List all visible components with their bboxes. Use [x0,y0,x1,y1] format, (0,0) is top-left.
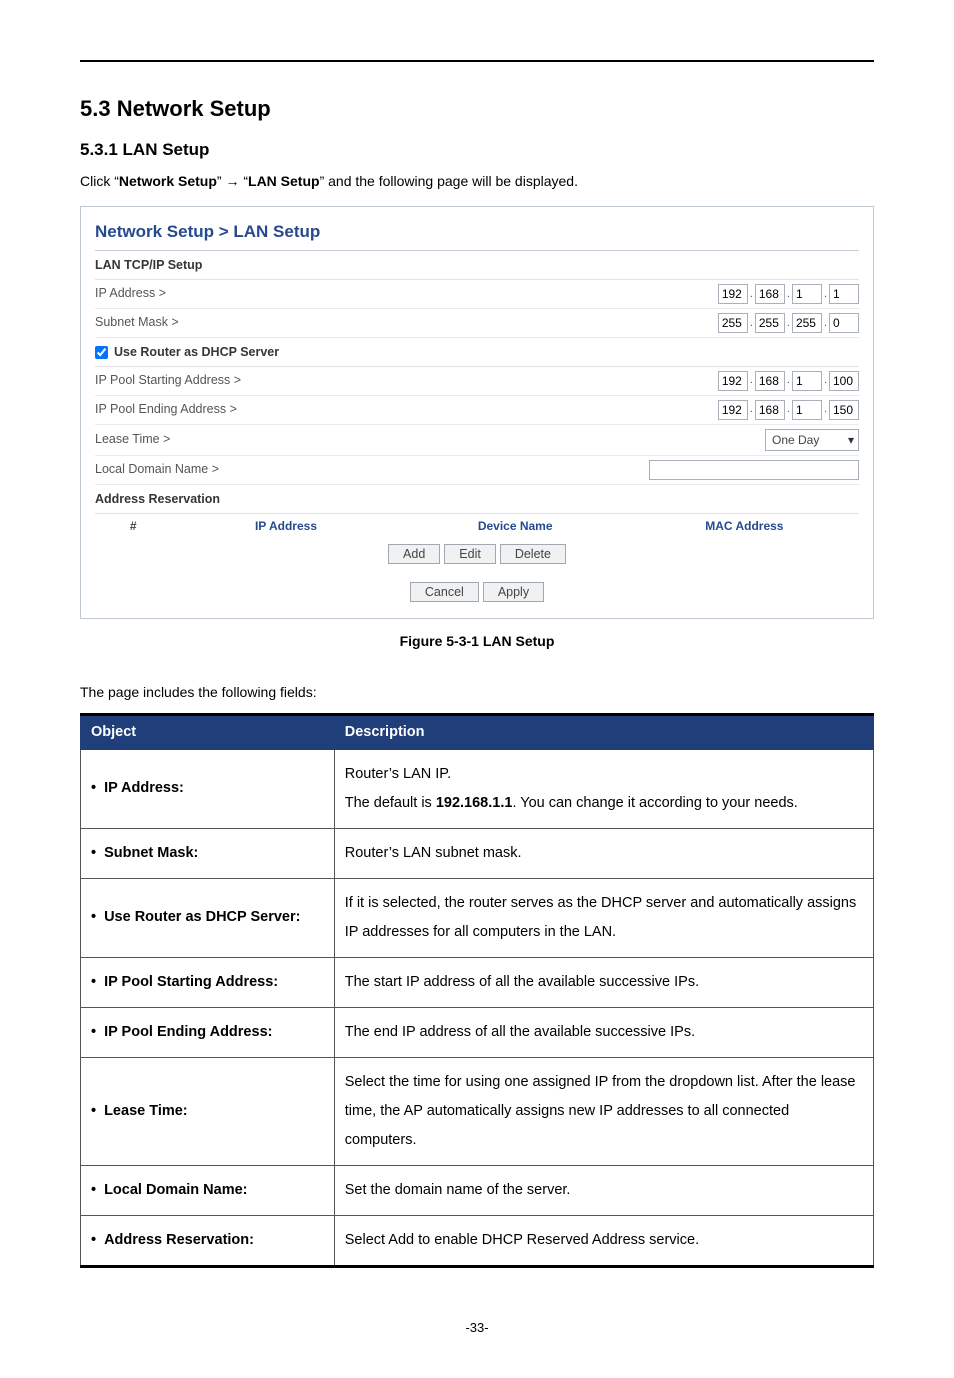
lease-time-label: Lease Time > [95,430,170,449]
fields-intro: The page includes the following fields: [80,682,874,703]
apply-button[interactable]: Apply [483,582,544,602]
subsection-heading: 5.3.1 LAN Setup [80,137,874,163]
table-row: Local Domain Name: Set the domain name o… [81,1166,874,1216]
figure-caption: Figure 5-3-1 LAN Setup [80,631,874,652]
row-lease-time: Lease Time > One Day ▾ [95,425,859,456]
ip-octet-3[interactable] [792,284,822,304]
section-heading: 5.3 Network Setup [80,92,874,125]
obj-pool-end: IP Pool Ending Address: [91,1024,272,1040]
row-pool-start: IP Pool Starting Address > . . . [95,367,859,396]
desc-ip-address: Router’s LAN IP. The default is 192.168.… [334,750,873,829]
subnet-octet-4[interactable] [829,313,859,333]
intro-text: Click “Network Setup” → “LAN Setup” and … [80,171,874,192]
form-button-row: Cancel Apply [95,582,859,602]
ip-octet-4[interactable] [829,284,859,304]
group-dhcp-server: Use Router as DHCP Server [95,338,859,367]
local-domain-label: Local Domain Name > [95,460,219,479]
table-row: Subnet Mask: Router’s LAN subnet mask. [81,829,874,879]
pool-end-octet-1[interactable] [718,400,748,420]
obj-subnet: Subnet Mask: [91,845,198,861]
obj-domain: Local Domain Name: [91,1182,248,1198]
ip-address-label: IP Address > [95,284,166,303]
pool-end-octet-4[interactable] [829,400,859,420]
ip-octet-2[interactable] [755,284,785,304]
desc-reservation: Select Add to enable DHCP Reserved Addre… [334,1216,873,1267]
desc-subnet: Router’s LAN subnet mask. [334,829,873,879]
delete-button[interactable]: Delete [500,544,566,564]
pool-start-octet-2[interactable] [755,371,785,391]
pool-end-label: IP Pool Ending Address > [95,400,237,419]
group-lan-tcpip: LAN TCP/IP Setup [95,251,859,280]
col-mac: MAC Address [630,517,859,535]
subnet-mask-label: Subnet Mask > [95,313,179,332]
lease-time-value: One Day [772,431,819,449]
lan-setup-panel: Network Setup > LAN Setup LAN TCP/IP Set… [80,206,874,619]
reservation-button-row: Add Edit Delete [95,544,859,564]
pool-start-label: IP Pool Starting Address > [95,371,241,390]
row-subnet-mask: Subnet Mask > . . . [95,309,859,338]
desc-domain: Set the domain name of the server. [334,1166,873,1216]
local-domain-input[interactable] [649,460,859,480]
cancel-button[interactable]: Cancel [410,582,479,602]
pool-end-octet-3[interactable] [792,400,822,420]
page-number: -33- [80,1318,874,1338]
row-pool-end: IP Pool Ending Address > . . . [95,396,859,425]
subnet-octet-2[interactable] [755,313,785,333]
table-row: Address Reservation: Select Add to enabl… [81,1216,874,1267]
desc-lease: Select the time for using one assigned I… [334,1058,873,1166]
row-ip-address: IP Address > . . . [95,280,859,309]
table-row: IP Pool Ending Address: The end IP addre… [81,1008,874,1058]
desc-pool-end: The end IP address of all the available … [334,1008,873,1058]
table-row: IP Address: Router’s LAN IP. The default… [81,750,874,829]
add-button[interactable]: Add [388,544,440,564]
obj-ip-address: IP Address: [91,780,184,796]
pool-start-octet-1[interactable] [718,371,748,391]
obj-lease: Lease Time: [91,1103,188,1119]
desc-dhcp: If it is selected, the router serves as … [334,879,873,958]
pool-start-octet-3[interactable] [792,371,822,391]
pool-end-octet-2[interactable] [755,400,785,420]
lease-time-select[interactable]: One Day ▾ [765,429,859,451]
subnet-octet-3[interactable] [792,313,822,333]
col-dev: Device Name [401,517,630,535]
table-row: IP Pool Starting Address: The start IP a… [81,958,874,1008]
chevron-down-icon: ▾ [848,431,854,449]
col-num: # [95,517,171,535]
use-router-dhcp-label: Use Router as DHCP Server [114,343,279,362]
th-description: Description [334,714,873,750]
fields-description-table: Object Description IP Address: Router’s … [80,713,874,1269]
group-address-reservation: Address Reservation [95,485,859,514]
edit-button[interactable]: Edit [444,544,496,564]
use-router-dhcp-checkbox[interactable] [95,346,108,359]
col-ip: IP Address [171,517,400,535]
table-row: Use Router as DHCP Server: If it is sele… [81,879,874,958]
obj-dhcp: Use Router as DHCP Server: [91,909,300,925]
desc-pool-start: The start IP address of all the availabl… [334,958,873,1008]
ip-octet-1[interactable] [718,284,748,304]
obj-pool-start: IP Pool Starting Address: [91,974,278,990]
reservation-header-row: # IP Address Device Name MAC Address [95,514,859,538]
table-row: Lease Time: Select the time for using on… [81,1058,874,1166]
th-object: Object [81,714,335,750]
pool-start-octet-4[interactable] [829,371,859,391]
obj-reservation: Address Reservation: [91,1232,254,1248]
page-header-rule [80,60,874,62]
panel-breadcrumb: Network Setup > LAN Setup [95,217,859,252]
row-local-domain: Local Domain Name > [95,456,859,485]
subnet-octet-1[interactable] [718,313,748,333]
